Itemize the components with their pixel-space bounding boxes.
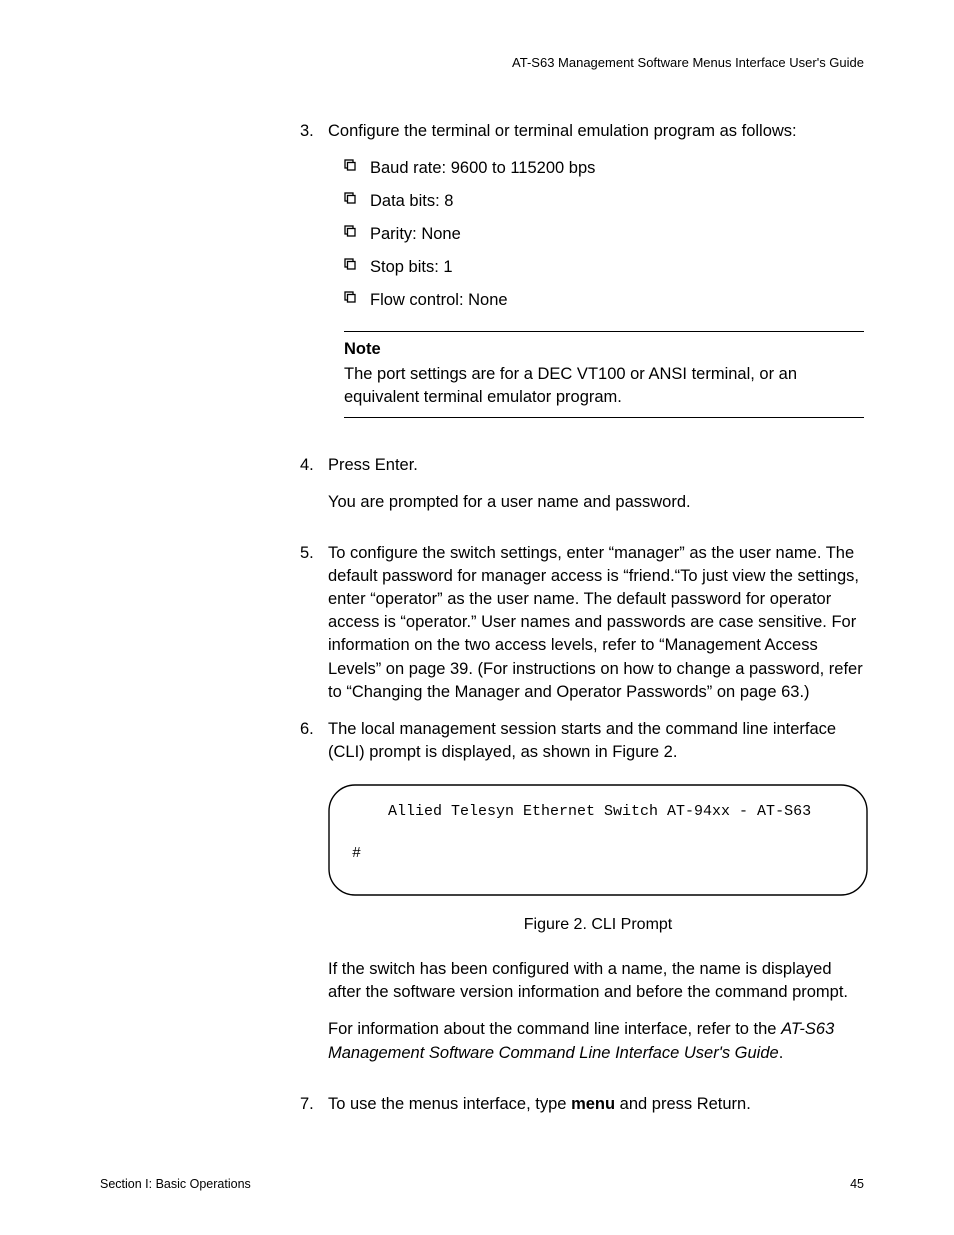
footer-section: Section I: Basic Operations xyxy=(100,1177,251,1191)
bullet-item: Flow control: None xyxy=(344,289,864,312)
document-page: AT-S63 Management Software Menus Interfa… xyxy=(0,0,954,1235)
bullet-text: Data bits: 8 xyxy=(370,190,453,213)
command-text: menu xyxy=(571,1095,615,1113)
step-para: You are prompted for a user name and pas… xyxy=(328,491,864,514)
step-4: 4. Press Enter. You are prompted for a u… xyxy=(300,454,864,528)
step-text: Configure the terminal or terminal emula… xyxy=(328,120,864,143)
step-text: To use the menus interface, type xyxy=(328,1095,571,1113)
bullet-text: Flow control: None xyxy=(370,289,508,312)
checkbox-icon xyxy=(344,223,370,237)
step-number: 7. xyxy=(300,1093,328,1116)
checkbox-icon xyxy=(344,190,370,204)
bullet-text: Baud rate: 9600 to 115200 bps xyxy=(370,157,595,180)
bullet-item: Parity: None xyxy=(344,223,864,246)
bullet-item: Stop bits: 1 xyxy=(344,256,864,279)
step-number: 6. xyxy=(300,718,328,1079)
page-footer: Section I: Basic Operations 45 xyxy=(100,1177,864,1191)
checkbox-icon xyxy=(344,289,370,303)
figure-caption: Figure 2. CLI Prompt xyxy=(328,914,868,936)
step-text: and press Return. xyxy=(615,1095,751,1113)
step-3: 3. Configure the terminal or terminal em… xyxy=(300,120,864,440)
bullet-item: Baud rate: 9600 to 115200 bps xyxy=(344,157,864,180)
step-text: To configure the switch settings, enter … xyxy=(328,542,864,704)
step-5: 5. To configure the switch settings, ent… xyxy=(300,542,864,704)
step-text: Press Enter. xyxy=(328,454,864,477)
bullet-list: Baud rate: 9600 to 115200 bps Data bits:… xyxy=(328,157,864,312)
step-number: 4. xyxy=(300,454,328,528)
note-body: The port settings are for a DEC VT100 or… xyxy=(344,363,864,409)
cli-prompt-figure: Allied Telesyn Ethernet Switch AT-94xx -… xyxy=(328,784,868,896)
step-text: The local management session starts and … xyxy=(328,718,868,764)
bullet-text: Parity: None xyxy=(370,223,461,246)
step-7: 7. To use the menus interface, type menu… xyxy=(300,1093,864,1116)
bullet-text: Stop bits: 1 xyxy=(370,256,453,279)
footer-page-number: 45 xyxy=(850,1177,864,1191)
checkbox-icon xyxy=(344,256,370,270)
step-para: For information about the command line i… xyxy=(328,1018,868,1064)
step-para: If the switch has been configured with a… xyxy=(328,958,868,1004)
step-6: 6. The local management session starts a… xyxy=(300,718,864,1079)
note-title: Note xyxy=(344,338,864,361)
bullet-item: Data bits: 8 xyxy=(344,190,864,213)
running-header: AT-S63 Management Software Menus Interfa… xyxy=(100,55,864,70)
step-number: 3. xyxy=(300,120,328,440)
step-number: 5. xyxy=(300,542,328,704)
cli-prompt-char: # xyxy=(352,842,844,866)
note-box: Note The port settings are for a DEC VT1… xyxy=(344,331,864,418)
cli-banner: Allied Telesyn Ethernet Switch AT-94xx -… xyxy=(352,800,844,824)
checkbox-icon xyxy=(344,157,370,171)
body-content: 3. Configure the terminal or terminal em… xyxy=(300,120,864,1116)
